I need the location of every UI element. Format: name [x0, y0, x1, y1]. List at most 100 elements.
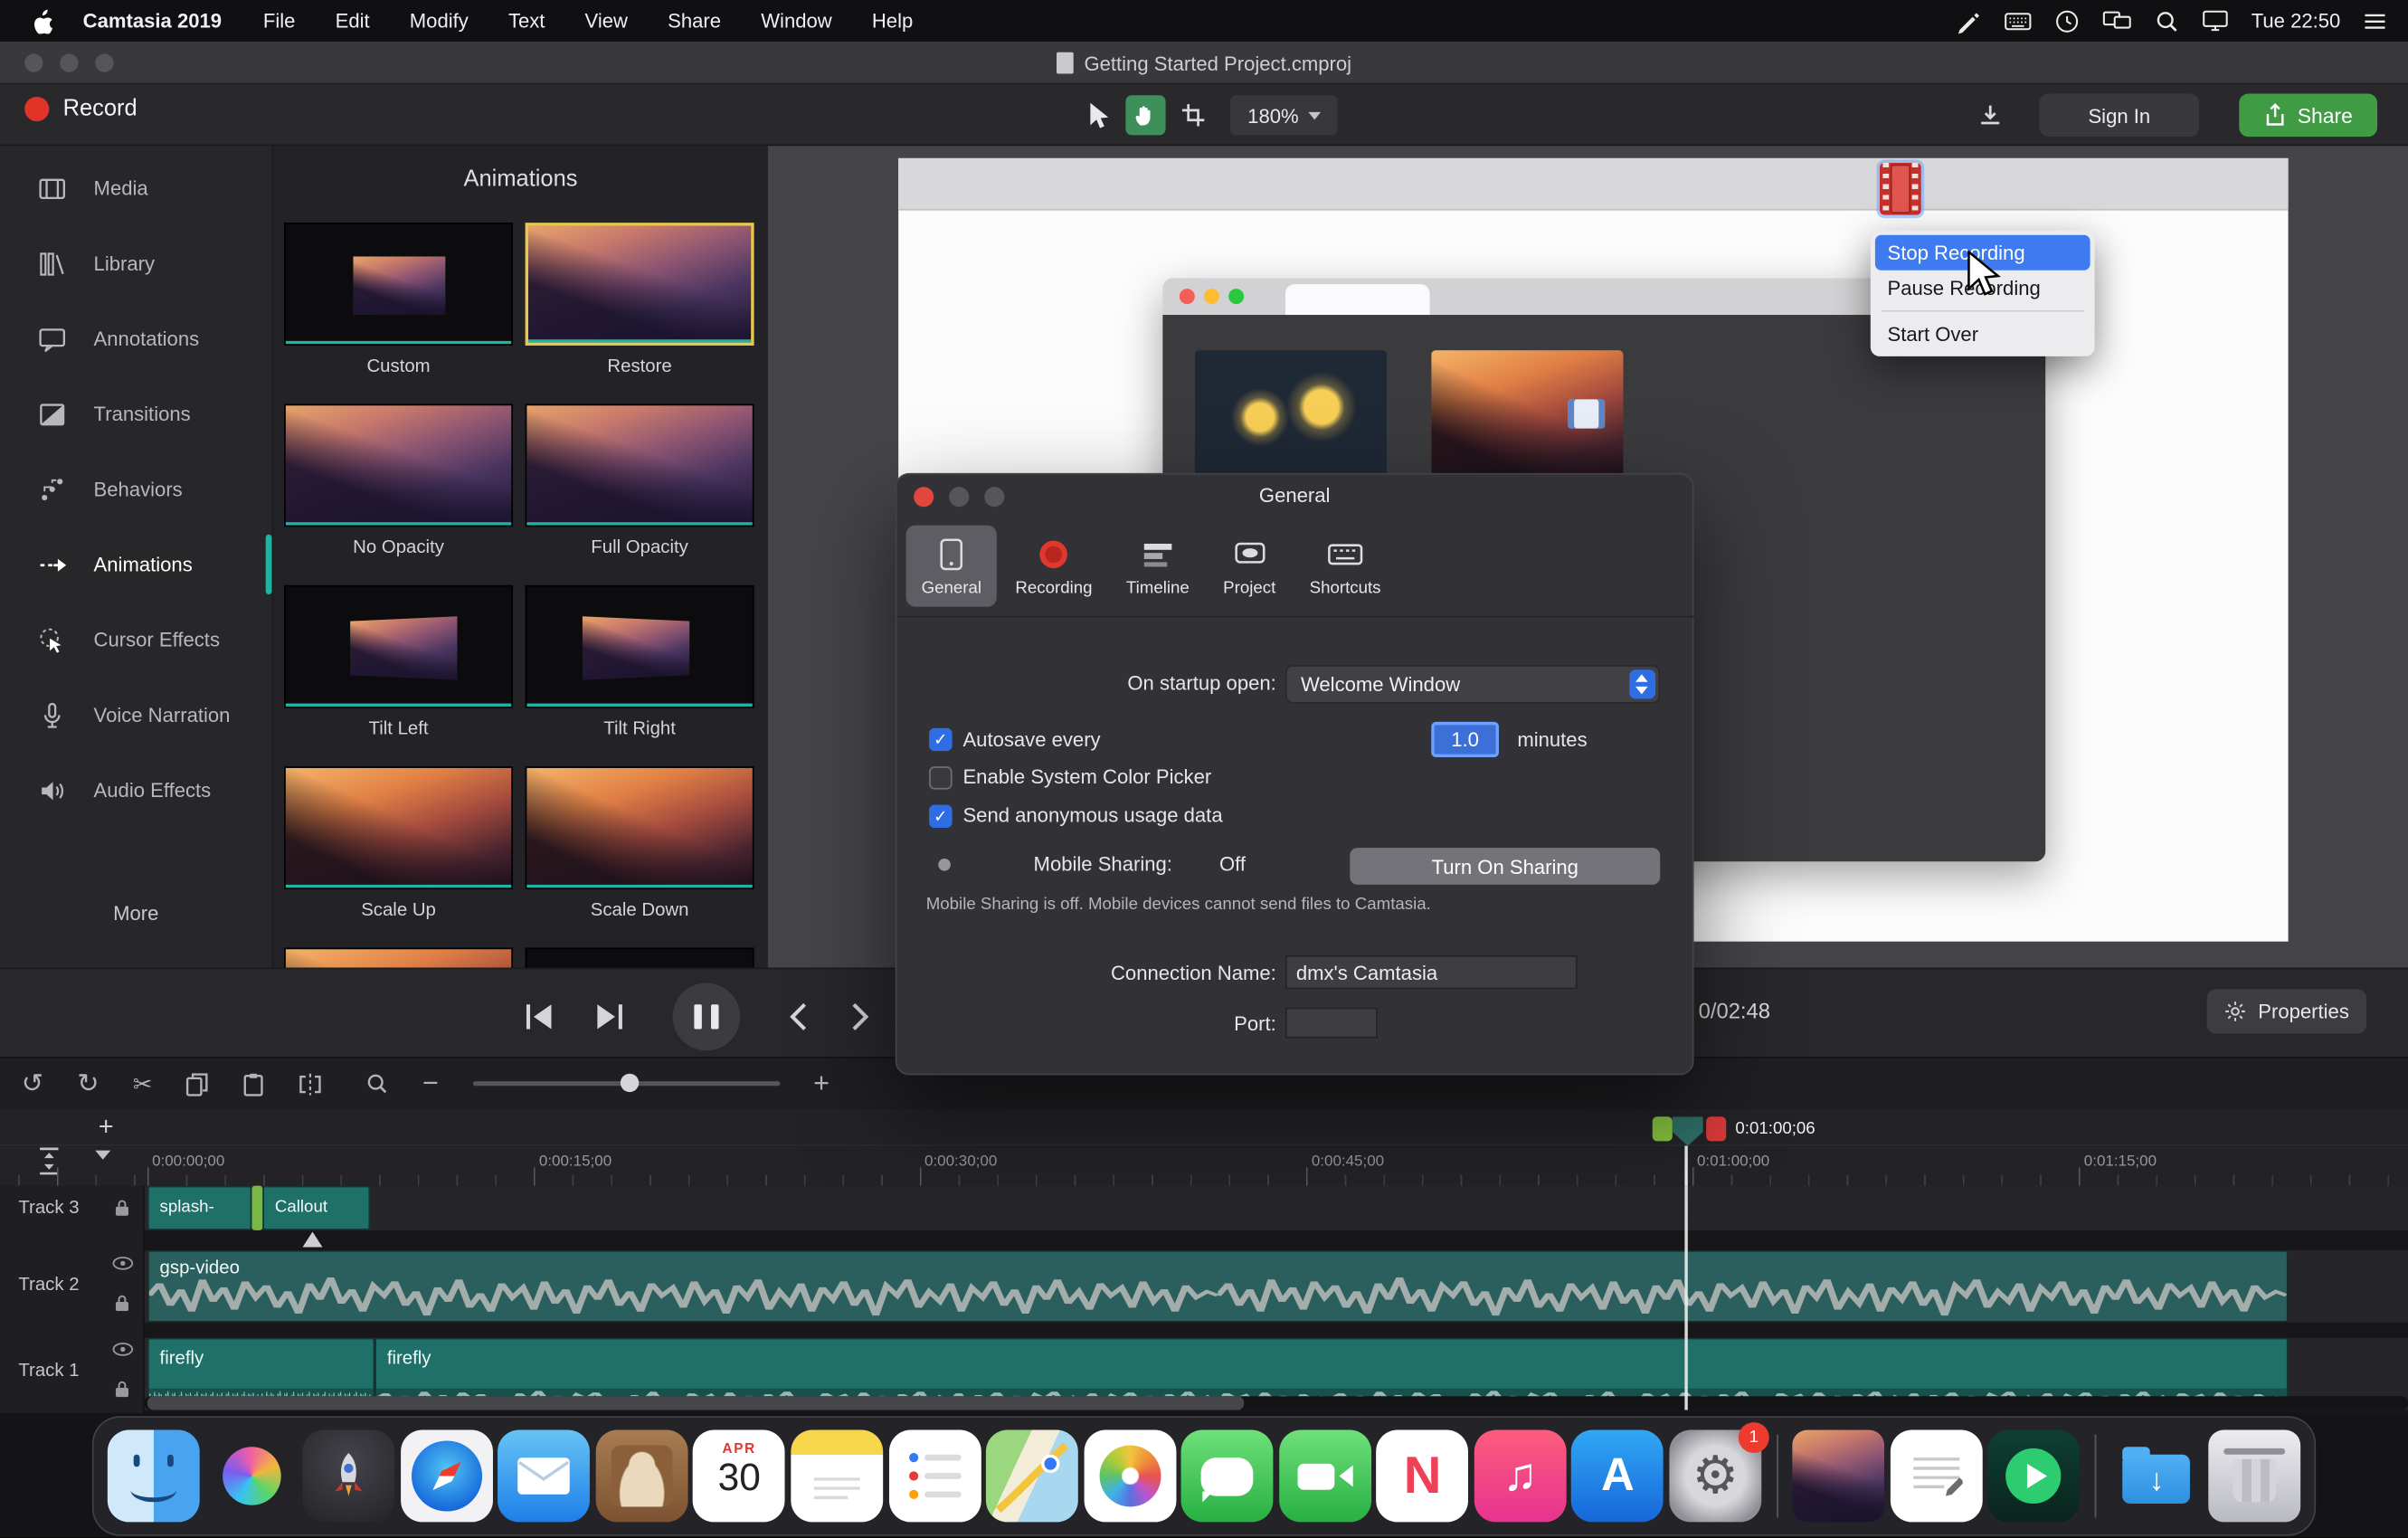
menu-window[interactable]: Window: [741, 9, 852, 32]
menu-share[interactable]: Share: [648, 9, 741, 32]
monitor-icon[interactable]: [2202, 9, 2228, 32]
animation-item-restore[interactable]: Restore: [526, 223, 754, 379]
port-input[interactable]: [1285, 1008, 1378, 1039]
dialog-close-button[interactable]: [914, 487, 934, 507]
lock-icon[interactable]: [114, 1293, 131, 1313]
search-icon[interactable]: [2155, 8, 2179, 33]
dock-facetime[interactable]: [1279, 1430, 1371, 1523]
sidebar-item-transitions[interactable]: Transitions: [0, 376, 271, 451]
dialog-minimize-button[interactable]: [949, 487, 969, 507]
next-frame-button[interactable]: [593, 1002, 626, 1032]
tab-timeline[interactable]: Timeline: [1111, 526, 1205, 607]
sidebar-item-library[interactable]: Library: [0, 226, 271, 301]
tab-recording[interactable]: Recording: [1000, 526, 1107, 607]
dock-music[interactable]: ♫: [1474, 1430, 1567, 1523]
color-picker-checkbox[interactable]: [929, 766, 952, 789]
zoom-select[interactable]: 180%: [1230, 95, 1338, 135]
scrollbar-thumb[interactable]: [147, 1396, 1244, 1410]
connection-name-input[interactable]: [1285, 955, 1578, 989]
animation-item-tilt-right[interactable]: Tilt Right: [526, 585, 754, 742]
timeline-marker[interactable]: [302, 1232, 322, 1248]
cut-button[interactable]: ✂: [133, 1069, 152, 1097]
crop-tool-button[interactable]: [1173, 95, 1213, 135]
pen-icon[interactable]: [1957, 8, 1981, 33]
dock-system-preferences[interactable]: ⚙ 1: [1669, 1430, 1761, 1523]
record-button[interactable]: Record: [24, 95, 137, 121]
dock-photos[interactable]: [1084, 1430, 1176, 1523]
zoom-in-button[interactable]: +: [813, 1068, 830, 1100]
share-button[interactable]: Share: [2239, 94, 2377, 138]
startup-open-select[interactable]: Welcome Window: [1285, 665, 1660, 703]
pause-button[interactable]: [673, 983, 741, 1051]
dock-textedit[interactable]: [1890, 1430, 1982, 1523]
animation-item-tilt-left[interactable]: Tilt Left: [284, 585, 513, 742]
sidebar-item-annotations[interactable]: Annotations: [0, 301, 271, 376]
dock-camtasia[interactable]: [1987, 1430, 2080, 1523]
clip-edge-handle[interactable]: [251, 1186, 262, 1230]
timeline-zoom-slider[interactable]: [472, 1081, 780, 1086]
timeline-ruler[interactable]: [0, 1144, 2408, 1186]
copy-button[interactable]: [186, 1071, 209, 1096]
timeline-scrollbar[interactable]: [145, 1396, 2408, 1410]
undo-button[interactable]: ↺: [22, 1068, 43, 1099]
menu-item-start-over[interactable]: Start Over: [1875, 317, 2090, 352]
dock-contacts[interactable]: [595, 1430, 687, 1523]
dock-finder[interactable]: [108, 1430, 200, 1523]
sidebar-item-audio-effects[interactable]: Audio Effects: [0, 753, 271, 828]
menu-help[interactable]: Help: [852, 9, 934, 32]
sign-in-button[interactable]: Sign In: [2040, 94, 2200, 138]
dock-mail[interactable]: [498, 1430, 590, 1523]
hand-tool-button[interactable]: [1125, 95, 1165, 135]
dock-launchpad[interactable]: [303, 1430, 395, 1523]
sidebar-more[interactable]: More: [0, 902, 271, 925]
zoom-slider-knob[interactable]: [620, 1074, 638, 1092]
usage-data-checkbox[interactable]: ✓: [929, 805, 952, 828]
timeline-lane-track3[interactable]: [145, 1186, 2408, 1230]
dock-downloads[interactable]: ↓: [2110, 1430, 2203, 1523]
sidebar-item-animations[interactable]: Animations: [0, 527, 271, 602]
dock-siri[interactable]: [205, 1430, 298, 1523]
animation-item-full-opacity[interactable]: Full Opacity: [526, 403, 754, 560]
animation-item-scale-up[interactable]: Scale Up: [284, 766, 513, 923]
dock-calendar[interactable]: APR 30: [693, 1430, 785, 1523]
dock-maps[interactable]: [986, 1430, 1078, 1523]
sidebar-item-voice-narration[interactable]: Voice Narration: [0, 678, 271, 753]
dock-safari[interactable]: [401, 1430, 493, 1523]
clock-icon[interactable]: [2054, 8, 2079, 33]
clip-callout[interactable]: Callout: [262, 1186, 370, 1230]
menu-modify[interactable]: Modify: [390, 9, 488, 32]
jump-forward-button[interactable]: [848, 1000, 872, 1033]
animation-item-custom[interactable]: Custom: [284, 223, 513, 379]
dock-messages[interactable]: [1181, 1430, 1274, 1523]
keyboard-icon[interactable]: [2004, 10, 2032, 32]
turn-on-sharing-button[interactable]: Turn On Sharing: [1350, 848, 1660, 885]
arrow-tool-button[interactable]: [1078, 95, 1118, 135]
dock-pictures[interactable]: [1792, 1430, 1884, 1523]
split-button[interactable]: [298, 1071, 322, 1096]
add-track-button[interactable]: +: [92, 1114, 120, 1142]
animation-item-no-opacity[interactable]: No Opacity: [284, 403, 513, 560]
menu-text[interactable]: Text: [488, 9, 565, 32]
displays-icon[interactable]: [2102, 9, 2131, 32]
recording-indicator-icon[interactable]: [1880, 163, 1921, 215]
eye-icon[interactable]: [112, 1343, 134, 1356]
dialog-zoom-button[interactable]: [984, 487, 1004, 507]
dock-app-store[interactable]: A: [1571, 1430, 1664, 1523]
paste-button[interactable]: [242, 1071, 264, 1096]
animation-item-partial[interactable]: [526, 947, 754, 967]
sidebar-item-cursor-effects[interactable]: Cursor Effects: [0, 602, 271, 677]
sidebar-item-media[interactable]: Media: [0, 150, 271, 225]
sidebar-item-behaviors[interactable]: Behaviors: [0, 451, 271, 527]
tab-general[interactable]: General: [906, 526, 997, 607]
app-menu-title[interactable]: Camtasia 2019: [62, 9, 243, 32]
menubar-clock[interactable]: Tue 22:50: [2252, 9, 2341, 32]
properties-button[interactable]: Properties: [2207, 989, 2367, 1033]
notification-center-icon[interactable]: [2364, 12, 2386, 30]
apple-menu[interactable]: [22, 7, 62, 33]
dock-reminders[interactable]: [888, 1430, 981, 1523]
playhead-handle[interactable]: [1673, 1116, 1703, 1145]
autosave-checkbox[interactable]: ✓: [929, 728, 952, 751]
redo-button[interactable]: ↻: [77, 1068, 99, 1099]
zoom-out-button[interactable]: −: [422, 1068, 439, 1100]
tab-project[interactable]: Project: [1208, 526, 1291, 607]
